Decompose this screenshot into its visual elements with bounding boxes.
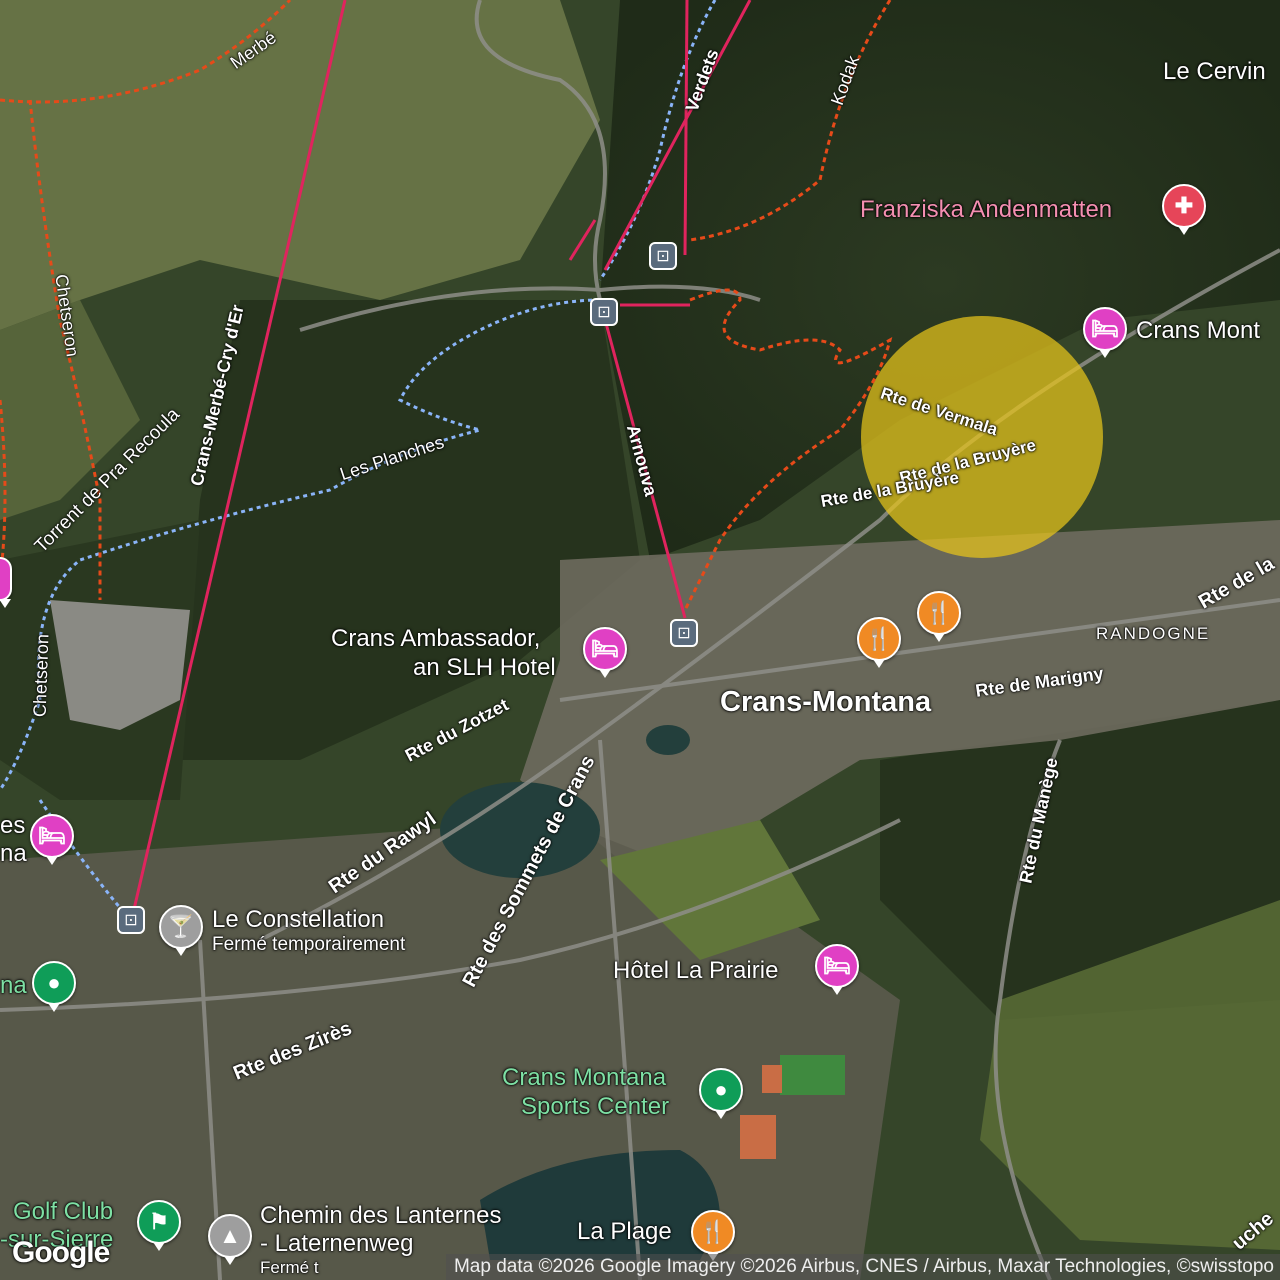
district-label-randogne: RANDOGNE (1096, 624, 1211, 643)
hotel-bed-icon[interactable]: 🛏 (30, 814, 74, 865)
poi-label-golf-1[interactable]: Golf Club (13, 1198, 113, 1226)
park-pin-icon[interactable]: ● (699, 1068, 743, 1119)
tennis-court (762, 1065, 782, 1093)
hotel-bed-icon[interactable]: 🛏 (583, 627, 627, 678)
poi-label-constellation[interactable]: Le Constellation (212, 906, 384, 934)
poi-label-left-es[interactable]: es (0, 812, 25, 840)
golf-flag-icon[interactable]: ⚑ (137, 1200, 181, 1251)
gondola-icon[interactable]: ⊡ (117, 906, 145, 934)
poi-label-lanternes-1[interactable]: Chemin des Lanternes (260, 1202, 501, 1230)
map-attribution[interactable]: Map data ©2026 Google Imagery ©2026 Airb… (445, 1254, 1280, 1280)
poi-label-ambassador-2[interactable]: an SLH Hotel (413, 654, 556, 682)
hotel-bed-icon[interactable] (0, 557, 12, 608)
poi-label-ambassador-1[interactable]: Crans Ambassador, (331, 625, 540, 653)
place-label-crans-montana: Crans-Montana (720, 686, 932, 718)
poi-label-franziska[interactable]: Franziska Andenmatten (860, 196, 1112, 224)
fork-knife-icon[interactable]: 🍴 (917, 591, 961, 642)
gondola-icon[interactable]: ⊡ (649, 242, 677, 270)
poi-label-left-na2[interactable]: na (0, 972, 27, 1000)
fork-knife-icon[interactable]: 🍴 (691, 1210, 735, 1261)
sports-field (780, 1055, 845, 1095)
hotel-bed-icon[interactable]: 🛏 (1083, 307, 1127, 358)
poi-label-le-cervin[interactable]: Le Cervin (1163, 58, 1266, 86)
cocktail-glass-icon[interactable]: 🍸 (159, 905, 203, 956)
poi-label-crans-mont[interactable]: Crans Mont (1136, 317, 1260, 345)
fork-knife-icon[interactable]: 🍴 (857, 617, 901, 668)
lift-line (683, 0, 689, 256)
poi-label-la-plage[interactable]: La Plage (577, 1218, 672, 1246)
poi-label-lanternes-2[interactable]: - Laternenweg (260, 1230, 413, 1258)
gondola-icon[interactable]: ⊡ (590, 298, 618, 326)
hotel-bed-icon[interactable]: 🛏 (815, 944, 859, 995)
poi-status-lanternes: Fermé t (260, 1258, 319, 1277)
hospital-icon[interactable]: ✚ (1162, 184, 1206, 235)
google-logo: Google (12, 1236, 110, 1269)
pond (646, 725, 690, 755)
poi-label-la-prairie[interactable]: Hôtel La Prairie (613, 957, 778, 985)
poi-label-sports-2[interactable]: Sports Center (521, 1093, 669, 1121)
poi-status-constellation: Fermé temporairement (212, 934, 406, 955)
poi-label-sports-1[interactable]: Crans Montana (502, 1064, 666, 1092)
tennis-court (740, 1115, 776, 1159)
park-pin-icon[interactable]: ● (32, 961, 76, 1012)
poi-label-left-na[interactable]: na (0, 840, 27, 868)
gondola-icon[interactable]: ⊡ (670, 619, 698, 647)
highlight-circle (861, 316, 1103, 558)
trail-label-chetseron2: Chetseron (29, 633, 53, 718)
tree-icon[interactable]: ▲ (208, 1214, 252, 1265)
